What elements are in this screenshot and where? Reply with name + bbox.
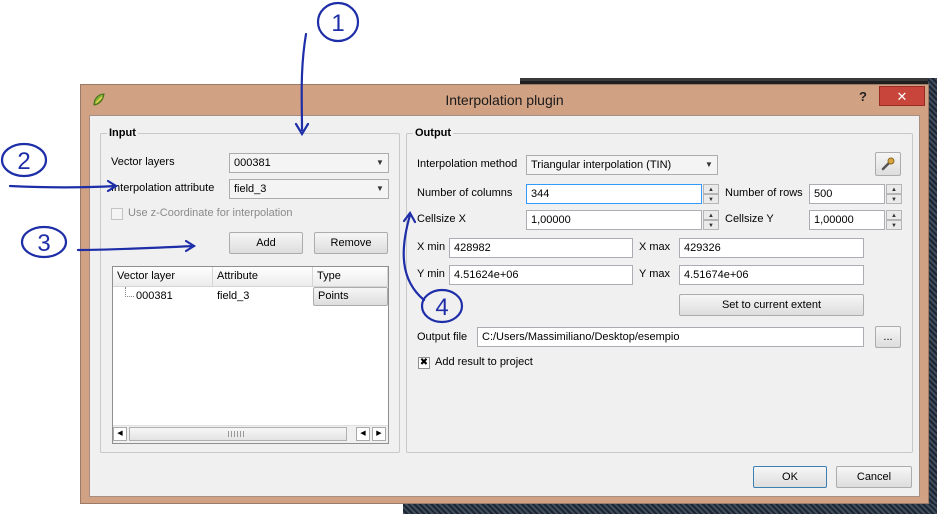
- annotation-overlay: 1 2 3 4: [0, 1, 464, 324]
- annotation-arrow: [76, 244, 196, 252]
- annotation-number: 2: [17, 148, 30, 175]
- annotation-arrow: [300, 32, 308, 132]
- annotation-number: 3: [37, 230, 50, 257]
- annotation-number: 1: [331, 10, 344, 37]
- annotation-number: 4: [435, 294, 448, 321]
- annotation-arrow: [8, 184, 118, 189]
- annotation-arrow: [402, 213, 426, 302]
